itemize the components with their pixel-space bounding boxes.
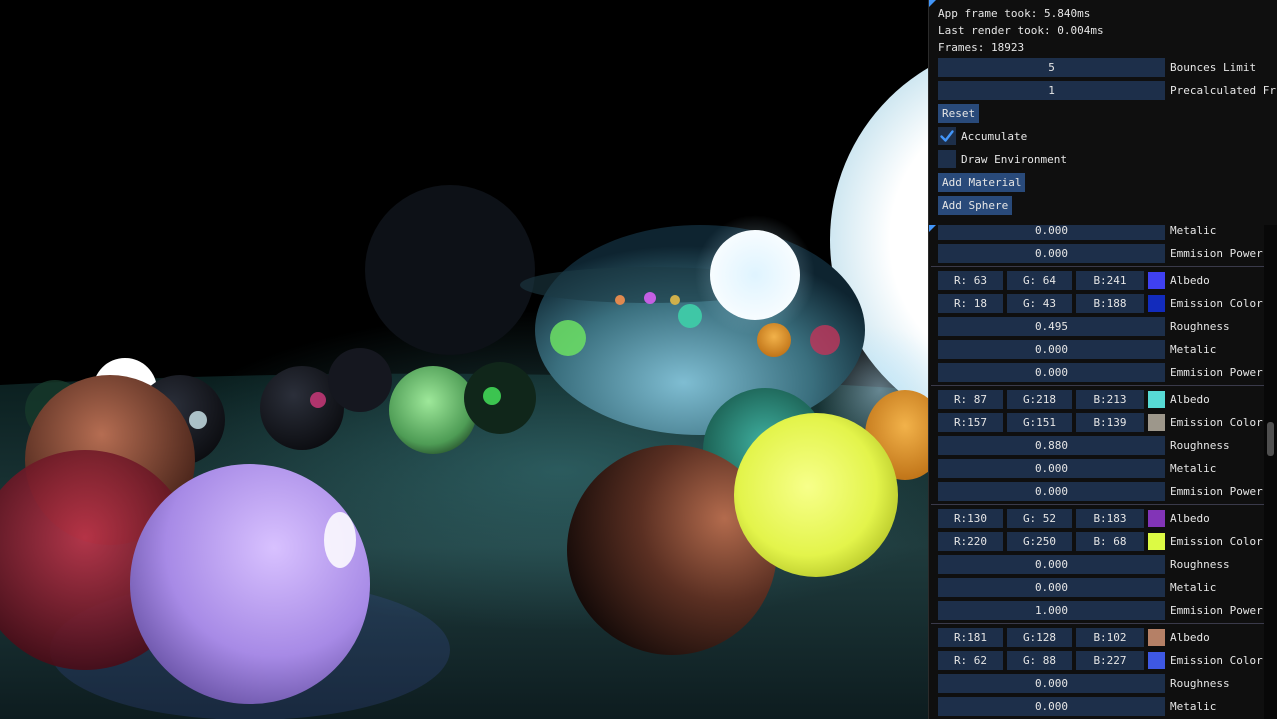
draw-environment-label: Draw Environment bbox=[961, 153, 1067, 166]
emission-r-input[interactable]: R: 62 bbox=[938, 651, 1003, 670]
scene-window: 0.000 Metalic 0.000 Emmision Power R: 63… bbox=[928, 225, 1277, 719]
material-separator bbox=[931, 623, 1267, 624]
emission-power-input[interactable]: 0.000 bbox=[938, 363, 1165, 382]
roughness-label: Roughness bbox=[1170, 439, 1230, 452]
scrollbar-thumb[interactable] bbox=[1267, 422, 1274, 456]
roughness-input[interactable]: 0.495 bbox=[938, 317, 1165, 336]
emission-color-swatch[interactable] bbox=[1148, 295, 1165, 312]
metalic-input[interactable]: 0.000 bbox=[938, 225, 1165, 240]
albedo-color-swatch[interactable] bbox=[1148, 510, 1165, 527]
emission-power-input[interactable]: 0.000 bbox=[938, 244, 1165, 263]
roughness-label: Roughness bbox=[1170, 558, 1230, 571]
emission-g-input[interactable]: G:250 bbox=[1007, 532, 1072, 551]
emission-g-input[interactable]: G:151 bbox=[1007, 413, 1072, 432]
checkmark-icon bbox=[940, 130, 954, 142]
albedo-label: Albedo bbox=[1170, 631, 1210, 644]
albedo-label: Albedo bbox=[1170, 512, 1210, 525]
albedo-b-input[interactable]: B:241 bbox=[1076, 271, 1144, 290]
accumulate-checkbox[interactable] bbox=[938, 127, 956, 145]
emission-color-label: Emission Color bbox=[1170, 535, 1263, 548]
emission-color-label: Emission Color bbox=[1170, 416, 1263, 429]
material-separator bbox=[931, 385, 1267, 386]
emission-color-label: Emission Color bbox=[1170, 654, 1263, 667]
albedo-b-input[interactable]: B:102 bbox=[1076, 628, 1144, 647]
roughness-input[interactable]: 0.880 bbox=[938, 436, 1165, 455]
draw-environment-checkbox[interactable] bbox=[938, 150, 956, 168]
roughness-input[interactable]: 0.000 bbox=[938, 555, 1165, 574]
metalic-input[interactable]: 0.000 bbox=[938, 578, 1165, 597]
app-frame-time-text: App frame took: 5.840ms bbox=[938, 7, 1091, 20]
emission-color-swatch[interactable] bbox=[1148, 652, 1165, 669]
roughness-label: Roughness bbox=[1170, 320, 1230, 333]
emission-power-input[interactable]: 1.000 bbox=[938, 601, 1165, 620]
albedo-b-input[interactable]: B:183 bbox=[1076, 509, 1144, 528]
frames-count-text: Frames: 18923 bbox=[938, 41, 1025, 54]
metalic-label: Metalic bbox=[1170, 225, 1217, 237]
emission-power-label: Emmision Power bbox=[1170, 604, 1263, 617]
emission-r-input[interactable]: R: 18 bbox=[938, 294, 1003, 313]
metalic-label: Metalic bbox=[1170, 700, 1217, 713]
albedo-b-input[interactable]: B:213 bbox=[1076, 390, 1144, 409]
albedo-g-input[interactable]: G: 52 bbox=[1007, 509, 1072, 528]
albedo-label: Albedo bbox=[1170, 274, 1210, 287]
albedo-r-input[interactable]: R:130 bbox=[938, 509, 1003, 528]
emission-color-swatch[interactable] bbox=[1148, 533, 1165, 550]
metalic-input[interactable]: 0.000 bbox=[938, 697, 1165, 716]
albedo-color-swatch[interactable] bbox=[1148, 629, 1165, 646]
bounces-limit-input[interactable]: 5 bbox=[938, 58, 1165, 77]
emission-color-label: Emission Color bbox=[1170, 297, 1263, 310]
albedo-color-swatch[interactable] bbox=[1148, 391, 1165, 408]
emission-g-input[interactable]: G: 43 bbox=[1007, 294, 1072, 313]
albedo-label: Albedo bbox=[1170, 393, 1210, 406]
albedo-r-input[interactable]: R: 87 bbox=[938, 390, 1003, 409]
emission-r-input[interactable]: R:157 bbox=[938, 413, 1003, 432]
metalic-input[interactable]: 0.000 bbox=[938, 340, 1165, 359]
material-separator bbox=[931, 266, 1267, 267]
metalic-input[interactable]: 0.000 bbox=[938, 459, 1165, 478]
window-collapse-triangle[interactable] bbox=[929, 0, 936, 7]
precalculated-frames-input[interactable]: 1 bbox=[938, 81, 1165, 100]
albedo-color-swatch[interactable] bbox=[1148, 272, 1165, 289]
roughness-input[interactable]: 0.000 bbox=[938, 674, 1165, 693]
settings-window: App frame took: 5.840ms Last render took… bbox=[928, 0, 1277, 225]
add-sphere-button[interactable]: Add Sphere bbox=[938, 196, 1013, 215]
metalic-label: Metalic bbox=[1170, 343, 1217, 356]
emission-b-input[interactable]: B:139 bbox=[1076, 413, 1144, 432]
metalic-label: Metalic bbox=[1170, 581, 1217, 594]
emission-b-input[interactable]: B:188 bbox=[1076, 294, 1144, 313]
emission-power-label: Emmision Power bbox=[1170, 485, 1263, 498]
material-separator bbox=[931, 504, 1267, 505]
albedo-g-input[interactable]: G:218 bbox=[1007, 390, 1072, 409]
albedo-r-input[interactable]: R: 63 bbox=[938, 271, 1003, 290]
precalculated-frames-label: Precalculated Fr bbox=[1170, 84, 1276, 97]
emission-b-input[interactable]: B:227 bbox=[1076, 651, 1144, 670]
emission-r-input[interactable]: R:220 bbox=[938, 532, 1003, 551]
reset-button[interactable]: Reset bbox=[938, 104, 980, 123]
emission-power-label: Emmision Power bbox=[1170, 366, 1263, 379]
albedo-g-input[interactable]: G:128 bbox=[1007, 628, 1072, 647]
emission-b-input[interactable]: B: 68 bbox=[1076, 532, 1144, 551]
render-viewport[interactable] bbox=[0, 0, 928, 719]
emission-power-label: Emmision Power bbox=[1170, 247, 1263, 260]
emission-power-input[interactable]: 0.000 bbox=[938, 482, 1165, 501]
scrollbar-track[interactable] bbox=[1264, 225, 1277, 719]
rendered-scene-image bbox=[0, 0, 928, 719]
albedo-r-input[interactable]: R:181 bbox=[938, 628, 1003, 647]
emission-g-input[interactable]: G: 88 bbox=[1007, 651, 1072, 670]
add-material-button[interactable]: Add Material bbox=[938, 173, 1026, 192]
accumulate-label: Accumulate bbox=[961, 130, 1028, 143]
metalic-label: Metalic bbox=[1170, 462, 1217, 475]
emission-color-swatch[interactable] bbox=[1148, 414, 1165, 431]
bounces-limit-label: Bounces Limit bbox=[1170, 61, 1257, 74]
albedo-g-input[interactable]: G: 64 bbox=[1007, 271, 1072, 290]
window-collapse-triangle[interactable] bbox=[929, 225, 936, 232]
roughness-label: Roughness bbox=[1170, 677, 1230, 690]
last-render-time-text: Last render took: 0.004ms bbox=[938, 24, 1104, 37]
